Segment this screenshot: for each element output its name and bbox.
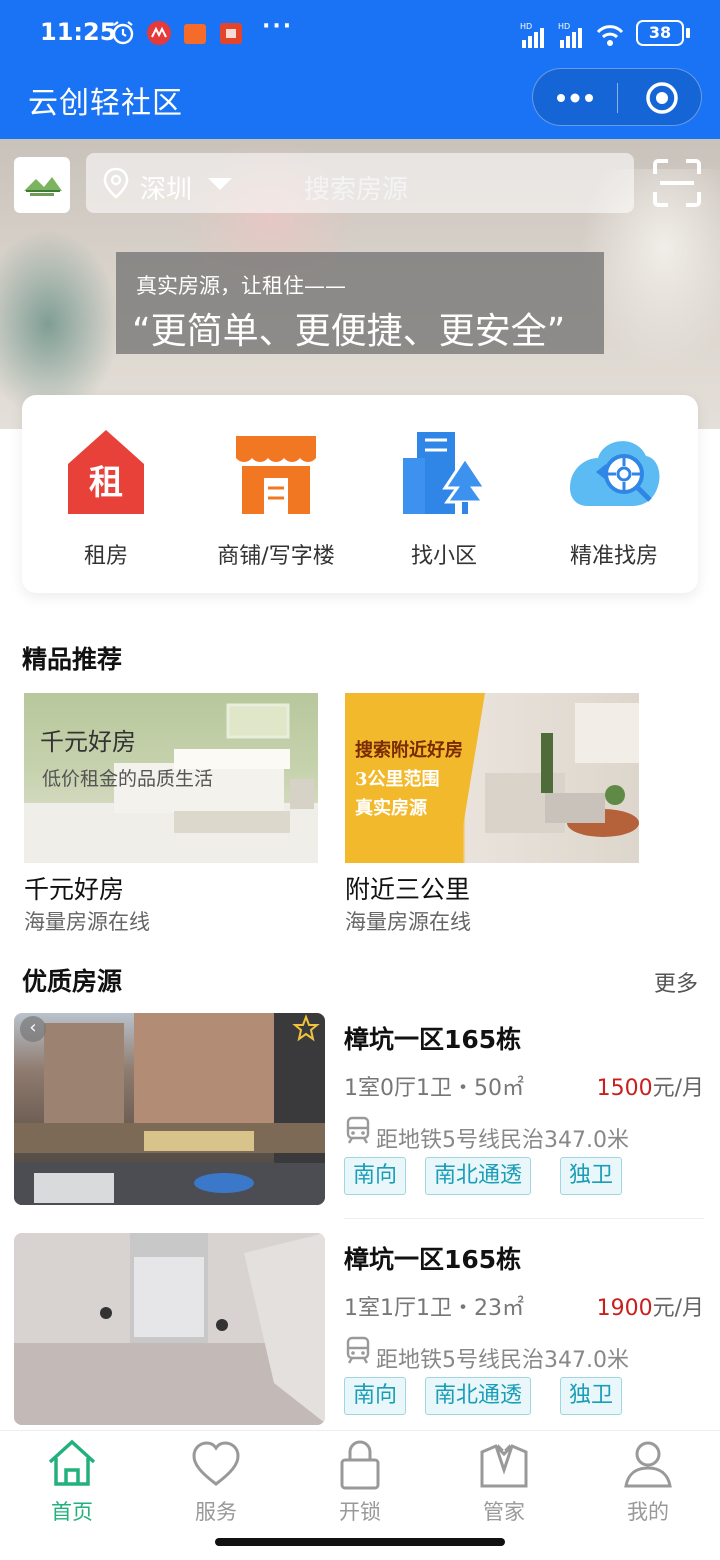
heart-icon (192, 1441, 240, 1486)
battery-indicator: 38 (636, 20, 684, 46)
community-icon (403, 432, 487, 514)
listing-price: 1900元/月 (597, 1290, 704, 1322)
home-indicator[interactable] (215, 1538, 505, 1546)
promo-subtitle: 海量房源在线 (345, 910, 471, 934)
profile-icon (624, 1441, 672, 1488)
promo-image-line: 3公里范围 (355, 769, 440, 790)
promo-image-text: 搜索附近好房 3公里范围 真实房源 (355, 736, 463, 823)
listing-price: 1500元/月 (597, 1070, 704, 1102)
listing-price-unit: 元/月 (652, 1296, 704, 1321)
promo-image-line: 搜索附近好房 (355, 740, 463, 761)
listing-metro-distance: 距地铁5号线民治347.0米 (376, 1128, 629, 1153)
chevron-down-icon[interactable] (208, 178, 232, 190)
listing-price-value: 1900 (596, 1296, 653, 1321)
street-photo (14, 1013, 325, 1205)
menu-precise-search[interactable]: 精准找房 (544, 428, 684, 569)
listing-title[interactable]: 樟坑一区165栋 (344, 1240, 521, 1276)
promo-image-line: 真实房源 (355, 798, 427, 819)
metro-icon (346, 1336, 370, 1364)
rent-icon-glyph: 租 (89, 463, 123, 503)
listing-price-unit: 元/月 (652, 1076, 704, 1101)
hero-decor (0, 229, 120, 419)
svg-text:HD: HD (558, 22, 570, 31)
listing-tag: 南北通透 (425, 1377, 532, 1415)
home-icon (48, 1439, 96, 1486)
menu-label-rent: 租房 (83, 544, 128, 569)
listing-tag: 独卫 (560, 1377, 623, 1415)
precise-search-icon (570, 441, 660, 506)
promo-image-caption: 低价租金的品质生活 (42, 768, 214, 790)
menu-community[interactable]: 找小区 (374, 428, 514, 569)
status-time: 11:25 (40, 18, 117, 46)
tab-profile[interactable]: 我的 (598, 1438, 698, 1526)
tab-unlock[interactable]: 开锁 (310, 1438, 410, 1526)
menu-label-community: 找小区 (410, 544, 477, 569)
app-title: 云创轻社区 (28, 86, 183, 121)
tab-label-home: 首页 (51, 1500, 93, 1524)
listing-title[interactable]: 樟坑一区165栋 (344, 1020, 521, 1056)
listing-photo[interactable] (14, 1013, 325, 1205)
listing-tag: 独卫 (560, 1157, 623, 1195)
menu-label-shop-office: 商铺/写字楼 (217, 544, 335, 569)
listing-photo[interactable] (14, 1233, 325, 1425)
scan-icon[interactable] (652, 158, 702, 208)
listing-layout: 1室1厅1卫・23㎡ (344, 1296, 524, 1321)
promo-image-title: 千元好房 (40, 728, 136, 756)
search-input[interactable]: 搜索房源 (304, 169, 408, 206)
battery-tip (686, 28, 690, 38)
listing-tag: 南向 (344, 1157, 407, 1195)
favorite-star-icon[interactable] (292, 1014, 320, 1042)
listings-more-link[interactable]: 更多 (654, 966, 698, 998)
promo-subtitle: 海量房源在线 (24, 910, 150, 934)
menu-rent[interactable]: 租 租房 (36, 428, 176, 569)
promo-title-affordable[interactable]: 千元好房 (24, 870, 124, 906)
mini-program-capsule (532, 68, 702, 126)
listing-metro-distance: 距地铁5号线民治347.0米 (376, 1348, 629, 1373)
room-photo (14, 1233, 325, 1425)
banner-slogan-line2: “更简单、更便捷、更安全” (132, 311, 566, 352)
app-notification-icon (147, 21, 171, 45)
status-bar: 11:25 ··· HD HD 38 (0, 0, 720, 66)
shop-icon (236, 436, 316, 514)
menu-label-precise-search: 精准找房 (569, 544, 658, 569)
chevron-left-icon[interactable]: ‹ (20, 1016, 46, 1042)
signal-icon: HD HD (520, 22, 624, 48)
menu-shop-office[interactable]: 商铺/写字楼 (206, 428, 346, 569)
app-notification-icon (184, 24, 206, 44)
svg-text:HD: HD (520, 22, 532, 31)
tab-services[interactable]: 服务 (166, 1438, 266, 1526)
promo-title-nearby[interactable]: 附近三公里 (345, 870, 470, 906)
listings-section-title: 优质房源 (22, 967, 123, 996)
capsule-divider (617, 83, 618, 113)
listing-price-value: 1500 (596, 1076, 653, 1101)
location-pin-icon (103, 167, 129, 199)
alarm-icon (112, 21, 134, 45)
app-notification-icon (220, 23, 242, 44)
logo-house-icon (24, 177, 62, 196)
tab-label-profile: 我的 (627, 1500, 669, 1524)
more-options-icon[interactable] (555, 89, 595, 107)
more-notifications: ··· (262, 14, 294, 39)
lock-icon (340, 1440, 380, 1490)
listing-tag: 南向 (344, 1377, 407, 1415)
tab-label-unlock: 开锁 (339, 1500, 381, 1524)
tab-label-butler: 管家 (483, 1500, 525, 1524)
list-divider (344, 1218, 704, 1219)
tab-label-services: 服务 (195, 1500, 237, 1524)
metro-icon (346, 1116, 370, 1144)
listing-layout: 1室0厅1卫・50㎡ (344, 1076, 524, 1101)
featured-section-title: 精品推荐 (22, 645, 123, 674)
close-miniprogram-icon[interactable] (645, 81, 679, 115)
banner-slogan-line1: 真实房源，让租住—— (136, 274, 346, 298)
listing-tag: 南北通透 (425, 1157, 532, 1195)
rent-house-icon: 租 (68, 430, 144, 514)
city-selector[interactable]: 深圳 (140, 169, 192, 206)
tab-home[interactable]: 首页 (22, 1438, 122, 1526)
app-logo (14, 157, 70, 213)
butler-icon (480, 1444, 528, 1488)
tab-butler[interactable]: 管家 (454, 1438, 554, 1526)
